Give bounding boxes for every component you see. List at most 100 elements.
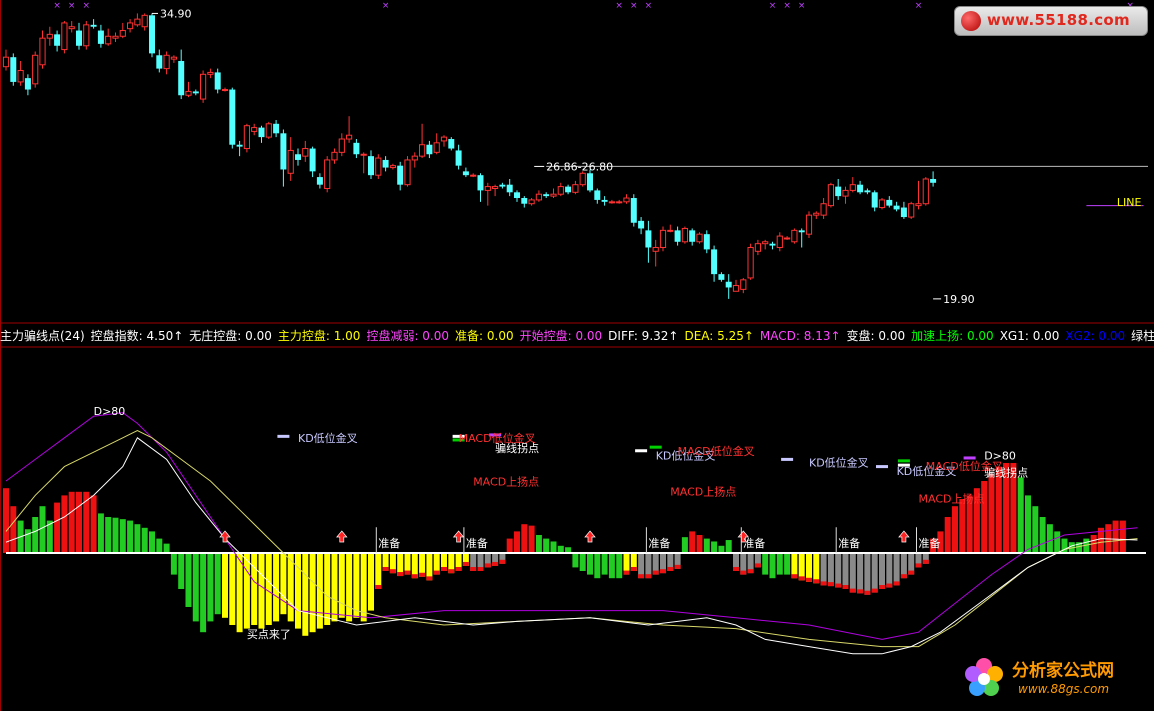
candle-body xyxy=(681,227,688,243)
signal-label: D>80 xyxy=(94,405,126,418)
info-item: 开始控盘: 0.00 xyxy=(519,329,603,343)
histogram-bar xyxy=(1046,524,1053,553)
candle-body xyxy=(900,207,907,218)
signal-marker: × xyxy=(68,1,76,11)
candle-body xyxy=(645,230,652,248)
candle-body xyxy=(10,57,17,82)
histogram-bar xyxy=(1119,520,1126,553)
candle-body xyxy=(477,175,484,191)
histogram-bar xyxy=(222,553,228,618)
candle-body xyxy=(265,123,272,138)
signal-marker xyxy=(897,459,910,463)
histogram-bar xyxy=(864,553,871,595)
candle-body xyxy=(594,190,601,200)
candle-body xyxy=(39,37,46,66)
histogram-bar-tip xyxy=(871,588,878,593)
histogram-bar xyxy=(820,553,827,586)
histogram-bar xyxy=(835,553,842,588)
histogram-bar xyxy=(258,553,265,629)
bottom-watermark-url: www.88gs.com xyxy=(1018,682,1110,696)
candle-body xyxy=(200,73,207,100)
histogram-bar xyxy=(689,531,696,553)
candle-body xyxy=(754,243,761,252)
candle-body xyxy=(791,229,798,243)
histogram-bar xyxy=(579,553,586,571)
histogram-bar xyxy=(331,553,338,622)
candle-body xyxy=(864,190,871,193)
histogram-bar xyxy=(1039,517,1046,553)
candle-body xyxy=(419,144,426,157)
signal-label: MACD上扬点 xyxy=(670,484,736,498)
info-item: XG2: 0.00 xyxy=(1065,329,1126,343)
candle-body xyxy=(878,199,886,209)
histogram-bar-tip xyxy=(375,585,382,589)
candle-body xyxy=(849,184,856,191)
signal-label: 准备 xyxy=(378,536,400,550)
histogram-bar xyxy=(265,553,272,625)
candle-body xyxy=(149,15,155,54)
histogram-bar-tip xyxy=(426,576,433,581)
candle-body xyxy=(886,199,893,206)
histogram-bar xyxy=(988,473,995,553)
candle-body xyxy=(258,127,265,138)
indicator-chart: D>80KD低位金叉 MACD低位金叉骗线拐点MACD上扬点KD低位金叉MACD低… xyxy=(3,405,1146,655)
candle-body xyxy=(805,214,813,235)
candle-body xyxy=(492,186,499,189)
histogram-bar xyxy=(287,553,294,622)
candle-body xyxy=(470,174,477,177)
candle-body xyxy=(448,139,455,149)
histogram-bar xyxy=(229,553,236,625)
candle-body xyxy=(178,60,185,96)
histogram-bar xyxy=(90,495,97,553)
candle-body xyxy=(338,138,345,153)
signal-label: 骗线拐点 xyxy=(984,466,1028,480)
histogram-bar xyxy=(243,553,250,629)
candle-body xyxy=(426,144,433,155)
histogram-bar xyxy=(156,538,163,553)
signal-marker: × xyxy=(783,1,791,11)
candle-body xyxy=(842,189,849,197)
histogram-bar-tip xyxy=(389,569,396,574)
histogram-bar xyxy=(207,553,214,622)
histogram-bar-tip xyxy=(813,579,820,584)
histogram-bar-tip xyxy=(455,567,462,571)
histogram-bar xyxy=(893,553,900,586)
candle-body xyxy=(295,154,301,160)
histogram-bar-tip xyxy=(462,561,469,566)
histogram-bar-tip xyxy=(849,588,856,593)
signal-marker: × xyxy=(645,1,653,11)
histogram-bar-tip xyxy=(477,567,484,571)
candle-body xyxy=(893,205,900,210)
histogram-bar xyxy=(324,553,331,625)
histogram-bar xyxy=(514,531,520,553)
info-item: 主力骗线点(24) xyxy=(0,329,85,343)
signal-marker xyxy=(963,456,976,460)
histogram-bar-tip xyxy=(638,574,645,579)
signal-marker xyxy=(649,445,662,449)
candle-body xyxy=(440,136,448,142)
histogram-bar-tip xyxy=(806,577,812,582)
info-item: 变盘: 0.00 xyxy=(846,329,906,343)
histogram-bar xyxy=(616,553,623,579)
line-label: LINE xyxy=(1117,196,1142,209)
histogram-bar-tip xyxy=(499,559,506,564)
candle-body xyxy=(251,127,258,132)
candle-body xyxy=(703,234,710,250)
histogram-bar xyxy=(105,517,112,553)
candle-body xyxy=(236,144,243,147)
candle-body xyxy=(368,156,374,176)
candle-body xyxy=(302,148,309,157)
histogram-bar-tip xyxy=(448,569,455,574)
signal-label: 骗线拐点 xyxy=(495,441,539,455)
candle-body xyxy=(360,153,367,156)
histogram-bar xyxy=(375,553,382,589)
candle-body xyxy=(455,150,462,166)
histogram-bar xyxy=(295,553,301,629)
candle-body xyxy=(762,241,769,245)
candle-body xyxy=(214,72,221,90)
histogram-bar xyxy=(54,502,61,553)
histogram-bar xyxy=(528,525,535,553)
candle-body xyxy=(630,198,637,223)
candle-body xyxy=(572,184,579,193)
candle-body xyxy=(2,56,10,68)
